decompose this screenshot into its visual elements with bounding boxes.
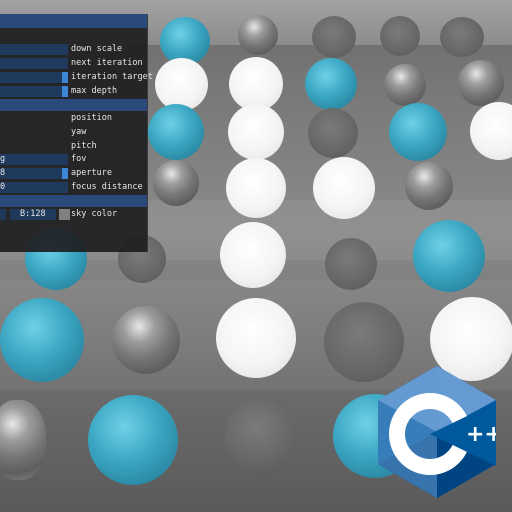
sphere-white: [313, 157, 375, 219]
down-scale-row: down scale: [0, 43, 147, 56]
sphere-dark: [380, 16, 420, 56]
max-depth-grab[interactable]: [62, 86, 68, 97]
sphere-white: [228, 104, 284, 160]
camera-section-header[interactable]: [0, 99, 147, 111]
sphere-metal: [112, 306, 180, 374]
sphere-white: [155, 58, 208, 111]
sphere-dark: [440, 17, 484, 57]
focus-distance-row: 0 focus distance: [0, 181, 147, 194]
iteration-target-grab[interactable]: [62, 72, 68, 83]
sphere-blue: [0, 298, 84, 382]
sphere-metal: [238, 15, 278, 55]
aperture-grab[interactable]: [62, 168, 68, 179]
cpp-logo-left-facet: [378, 366, 437, 498]
sphere-blue: [389, 103, 447, 161]
sphere-white: [216, 298, 296, 378]
panel-title-bar[interactable]: [0, 14, 147, 28]
max-depth-row: max depth: [0, 85, 147, 98]
sky-color-label: sky color: [71, 209, 118, 219]
position-row: position: [0, 112, 147, 125]
iteration-target-row: iteration target: [0, 71, 153, 84]
yaw-label: yaw: [71, 127, 87, 137]
sphere-white: [470, 102, 512, 160]
iteration-target-label: iteration target: [71, 72, 153, 82]
sphere-white: [220, 222, 286, 288]
sphere-metal: [153, 160, 199, 206]
fov-row: g fov: [0, 153, 147, 166]
sphere-dark: [325, 238, 377, 290]
cpp-logo: ++: [378, 366, 496, 498]
fov-label: fov: [71, 154, 87, 164]
down-scale-slider[interactable]: [0, 44, 68, 55]
sky-section-header[interactable]: [0, 195, 147, 207]
sky-color-swatch[interactable]: [59, 209, 70, 220]
pitch-label: pitch: [71, 141, 97, 151]
aperture-row: 8 aperture: [0, 167, 147, 180]
cpp-logo-plus-signs: ++: [466, 422, 496, 447]
sphere-blue: [413, 220, 485, 292]
next-iteration-field[interactable]: [0, 58, 68, 69]
sky-color-g-field[interactable]: [0, 209, 6, 220]
position-label: position: [71, 113, 112, 123]
sky-color-row: B:128 sky color: [0, 208, 147, 221]
sphere-metal: [0, 400, 46, 480]
sphere-metal: [458, 60, 504, 106]
max-depth-slider[interactable]: [0, 86, 68, 97]
yaw-row: yaw: [0, 126, 147, 139]
sphere-white: [229, 57, 283, 111]
next-iteration-label: next iteration: [71, 58, 143, 68]
aperture-slider[interactable]: 8: [0, 168, 68, 179]
sky-color-b-field[interactable]: B:128: [10, 209, 56, 220]
sphere-metal: [384, 64, 426, 106]
settings-panel: down scale next iteration iteration targ…: [0, 14, 153, 252]
sphere-dark: [308, 108, 358, 158]
sphere-dark: [312, 16, 356, 58]
max-depth-label: max depth: [71, 86, 118, 96]
pitch-row: pitch: [0, 140, 147, 153]
sphere-metal: [405, 162, 453, 210]
next-iteration-row: next iteration: [0, 57, 147, 70]
focus-distance-slider[interactable]: 0: [0, 182, 68, 193]
down-scale-label: down scale: [71, 44, 123, 54]
sphere-white: [226, 158, 286, 218]
fov-slider[interactable]: g: [0, 154, 68, 165]
aperture-label: aperture: [71, 168, 112, 178]
sphere-blue: [148, 104, 204, 160]
iteration-target-slider[interactable]: [0, 72, 68, 83]
sphere-blue: [305, 58, 357, 110]
focus-distance-label: focus distance: [71, 182, 143, 192]
sphere-blue: [88, 395, 178, 485]
sphere-dark: [225, 395, 295, 475]
